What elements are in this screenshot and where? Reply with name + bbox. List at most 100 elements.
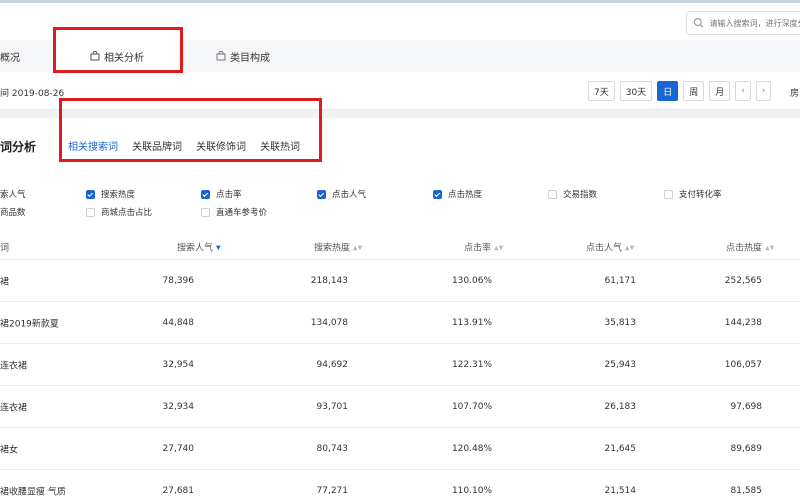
cell-search-heat: 134,078 xyxy=(310,317,348,328)
header-search-heat[interactable]: 搜索热度 ▲▼ xyxy=(314,240,362,253)
period-week-button[interactable]: 周 xyxy=(683,81,705,101)
period-month-button[interactable]: 月 xyxy=(709,81,731,101)
cell-search-popularity: 44,848 xyxy=(162,317,195,328)
metric-option[interactable]: 支付转化率 xyxy=(664,188,722,200)
cell-click-rate: 110.10% xyxy=(451,485,492,496)
checkbox[interactable] xyxy=(664,189,673,199)
cell-click-popularity: 61,171 xyxy=(604,275,637,286)
sub-tab-modifier-terms[interactable]: 关联修饰词 xyxy=(196,138,246,162)
metric-option[interactable]: 商品数 xyxy=(0,206,26,218)
checkbox[interactable] xyxy=(201,207,210,217)
header-click-rate[interactable]: 点击率 ▲▼ xyxy=(464,240,503,253)
period-30-days-button[interactable]: 30天 xyxy=(619,81,653,101)
checkbox[interactable] xyxy=(317,189,326,199)
metric-option[interactable]: 点击热度 xyxy=(433,188,482,200)
sort-icon[interactable]: ▲▼ xyxy=(765,244,774,251)
metric-option[interactable]: 索人气 xyxy=(0,188,26,200)
metric-label: 点击热度 xyxy=(448,190,483,200)
next-period-button[interactable]: › xyxy=(755,81,772,101)
metric-option[interactable]: 搜索热度 xyxy=(86,188,135,200)
search-box[interactable] xyxy=(686,11,800,35)
header-label: 点击率 xyxy=(464,243,492,253)
metric-label: 商城点击占比 xyxy=(101,208,153,218)
checkbox[interactable] xyxy=(86,189,95,199)
metric-label: 搜索热度 xyxy=(101,190,136,200)
table-row[interactable]: 连衣裙 32,954 94,692 122.31% 25,943 106,057 xyxy=(0,344,800,386)
sort-icon[interactable]: ▲▼ xyxy=(353,244,362,251)
metric-label: 直通车参考价 xyxy=(216,208,268,218)
date-label: 间 2019-08-26 xyxy=(0,89,65,99)
cell-click-popularity: 35,813 xyxy=(604,317,637,328)
prev-period-button[interactable]: ‹ xyxy=(735,81,751,101)
header-click-popularity[interactable]: 点击人气 ▲▼ xyxy=(586,240,634,253)
header-term: 词 xyxy=(0,243,10,253)
metric-option[interactable]: 点击率 xyxy=(201,188,242,200)
sub-tab-related-search-terms[interactable]: 相关搜索词 xyxy=(68,138,118,162)
tab-related-analysis-label: 相关分析 xyxy=(104,52,144,64)
checkbox[interactable] xyxy=(201,189,210,199)
tab-overview-label: 概况 xyxy=(0,52,20,64)
cell-term: 裙收腰显瘦 气质 xyxy=(0,487,66,497)
sub-tab-hot-terms[interactable]: 关联热词 xyxy=(260,138,300,162)
metric-label: 商品数 xyxy=(0,208,26,218)
sub-tab-brand-terms[interactable]: 关联品牌词 xyxy=(132,138,182,162)
period-7-days-button[interactable]: 7天 xyxy=(588,81,615,101)
period-day-button[interactable]: 日 xyxy=(657,81,679,101)
table-row[interactable]: 裙 78,396 218,143 130.06% 61,171 252,565 xyxy=(0,260,800,302)
cell-click-heat: 144,238 xyxy=(724,317,762,328)
table-row[interactable]: 连衣裙 32,934 93,701 107.70% 26,183 97,698 xyxy=(0,386,800,428)
search-terms-table: 词 搜索人气 ▼ 搜索热度 ▲▼ 点击率 ▲▼ 点击人气 ▲▼ 点击热度 ▲▼ 裙 78,3… xyxy=(0,234,800,500)
header-label: 搜索热度 xyxy=(314,243,351,253)
cell-term: 裙女 xyxy=(0,445,19,455)
cell-search-popularity: 78,396 xyxy=(162,275,195,286)
cell-click-popularity: 25,943 xyxy=(604,359,637,370)
metric-option[interactable]: 商城点击占比 xyxy=(86,206,152,218)
checkbox[interactable] xyxy=(433,189,442,199)
tab-category-composition[interactable]: 类目构成 xyxy=(216,40,270,72)
table-row[interactable]: 裙女 27,740 80,743 120.48% 21,645 89,689 xyxy=(0,428,800,470)
tab-overview[interactable]: 概况 xyxy=(0,40,20,72)
sort-icon[interactable]: ▲▼ xyxy=(625,244,634,251)
cell-click-heat: 106,057 xyxy=(724,359,762,370)
cell-click-rate: 120.48% xyxy=(451,443,492,454)
header-search-popularity[interactable]: 搜索人气 ▼ xyxy=(177,240,221,253)
date-extra-label: 房 xyxy=(790,89,800,99)
cell-search-heat: 80,743 xyxy=(316,443,349,454)
bag-icon xyxy=(90,51,100,61)
header-label: 点击热度 xyxy=(726,243,763,253)
period-selector: 7天 30天 日 周 月 ‹ › xyxy=(588,81,776,101)
cell-click-rate: 113.91% xyxy=(451,317,492,328)
cell-search-heat: 94,692 xyxy=(316,359,349,370)
metric-label: 点击人气 xyxy=(332,190,367,200)
table-row[interactable]: 裙2019新款夏 44,848 134,078 113.91% 35,813 144,23… xyxy=(0,302,800,344)
metric-option[interactable]: 交易指数 xyxy=(548,188,597,200)
metric-label: 交易指数 xyxy=(563,190,598,200)
cell-click-heat: 252,565 xyxy=(724,275,762,286)
sort-icon[interactable]: ▲▼ xyxy=(494,244,503,251)
header-label: 点击人气 xyxy=(586,243,623,253)
cell-search-popularity: 27,740 xyxy=(162,443,195,454)
table-row[interactable]: 裙收腰显瘦 气质 27,681 77,271 110.10% 21,514 81,585 xyxy=(0,470,800,500)
cell-click-heat: 81,585 xyxy=(730,485,763,496)
analysis-panel: 词分析 相关搜索词 关联品牌词 关联修饰词 关联热词 索人气 搜索热度 点击率 … xyxy=(0,110,800,500)
cell-search-popularity: 32,934 xyxy=(162,401,195,412)
cell-click-popularity: 26,183 xyxy=(604,401,637,412)
table-header: 词 搜索人气 ▼ 搜索热度 ▲▼ 点击率 ▲▼ 点击人气 ▲▼ 点击热度 ▲▼ xyxy=(0,234,800,260)
sub-tabs: 相关搜索词 关联品牌词 关联修饰词 关联热词 xyxy=(68,138,314,162)
metric-option[interactable]: 直通车参考价 xyxy=(201,206,267,218)
cell-click-heat: 89,689 xyxy=(730,443,763,454)
cell-search-heat: 77,271 xyxy=(316,485,349,496)
search-input[interactable] xyxy=(709,18,800,28)
metric-option[interactable]: 点击人气 xyxy=(317,188,366,200)
tab-related-analysis[interactable]: 相关分析 xyxy=(56,40,178,72)
metric-label: 支付转化率 xyxy=(679,190,722,200)
cell-click-popularity: 21,514 xyxy=(604,485,637,496)
checkbox[interactable] xyxy=(548,189,557,199)
header-click-heat[interactable]: 点击热度 ▲▼ xyxy=(726,240,774,253)
checkbox[interactable] xyxy=(86,207,95,217)
cell-term: 裙 xyxy=(0,277,10,287)
cell-term: 裙2019新款夏 xyxy=(0,319,59,329)
sort-desc-icon[interactable]: ▼ xyxy=(216,244,221,251)
metric-label: 索人气 xyxy=(0,190,26,200)
cell-term: 连衣裙 xyxy=(0,361,28,371)
